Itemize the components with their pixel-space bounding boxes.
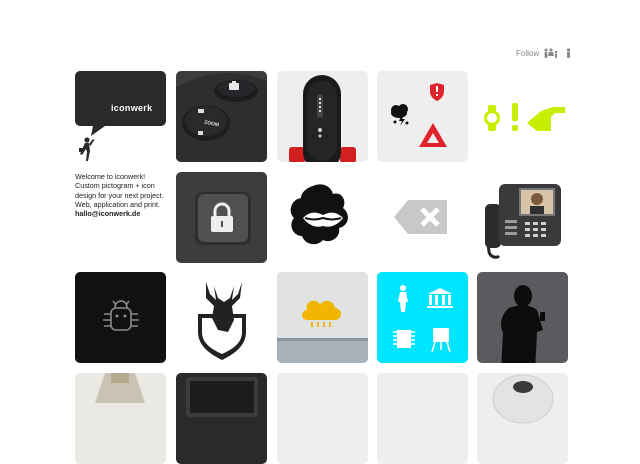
person-icon bbox=[398, 285, 408, 312]
follow-links: Follow bbox=[516, 48, 572, 58]
tile-blank-1[interactable] bbox=[277, 373, 368, 464]
tile-black-remote[interactable] bbox=[277, 71, 368, 162]
tile-bug-icon[interactable] bbox=[75, 272, 166, 363]
person-icon[interactable] bbox=[565, 48, 572, 58]
warning-triangle-icon bbox=[419, 123, 447, 147]
watch-icon bbox=[484, 105, 500, 131]
video-phone-icon bbox=[485, 184, 561, 259]
shield-warning-icon bbox=[430, 83, 444, 101]
tile-rain-cloud[interactable] bbox=[277, 272, 368, 363]
tile-video-phone[interactable] bbox=[477, 172, 568, 263]
deer-crest-icon bbox=[198, 282, 246, 360]
family-icon[interactable] bbox=[543, 48, 561, 58]
exclamation-icon bbox=[512, 103, 518, 131]
tile-lock-button[interactable] bbox=[176, 172, 267, 263]
tile-deer-crest[interactable] bbox=[176, 272, 267, 363]
delete-key-icon bbox=[394, 200, 447, 234]
tile-dark-device-partial[interactable] bbox=[176, 373, 267, 464]
about-line: design for your next project. bbox=[75, 190, 164, 200]
tile-cyan-pictograms[interactable] bbox=[377, 272, 468, 363]
bug-icon bbox=[103, 300, 139, 331]
circuit-icon bbox=[393, 330, 415, 348]
email-link[interactable]: hallo@iconwerk.de bbox=[75, 209, 175, 218]
tile-remote-buttons[interactable]: ZOOM bbox=[176, 71, 267, 162]
logo-tile[interactable]: iconwerk bbox=[75, 71, 166, 162]
lips-logo-icon bbox=[290, 184, 348, 245]
easel-icon bbox=[431, 328, 451, 353]
tile-blank-2[interactable] bbox=[377, 373, 468, 464]
museum-icon bbox=[427, 288, 453, 308]
phone-user-silhouette-icon bbox=[501, 285, 545, 363]
speech-bubble-icon bbox=[75, 71, 166, 161]
follow-label: Follow bbox=[516, 48, 540, 58]
about-line: Welcome to iconwerk! bbox=[75, 172, 146, 181]
storm-cloud-icon bbox=[391, 104, 409, 126]
about-line: Custom pictogram + icon bbox=[75, 181, 155, 191]
tile-phone-user[interactable] bbox=[477, 272, 568, 363]
pointing-hand-icon bbox=[527, 107, 565, 131]
person-waving-icon bbox=[79, 137, 95, 161]
tile-camera-partial[interactable] bbox=[477, 373, 568, 464]
tile-lips-logo[interactable] bbox=[277, 172, 368, 263]
logo-text: iconwerk bbox=[111, 103, 153, 113]
tile-hand-watch-icons[interactable] bbox=[477, 71, 568, 162]
about-text: Welcome to iconwerk! Custom pictogram + … bbox=[75, 172, 175, 218]
webcam-icon bbox=[492, 374, 554, 424]
tile-delete-key[interactable] bbox=[377, 172, 468, 263]
tile-weather-warning-icons[interactable] bbox=[377, 71, 468, 162]
about-line: Web, application and print. bbox=[75, 199, 160, 209]
tile-portrait-partial[interactable] bbox=[75, 373, 166, 464]
